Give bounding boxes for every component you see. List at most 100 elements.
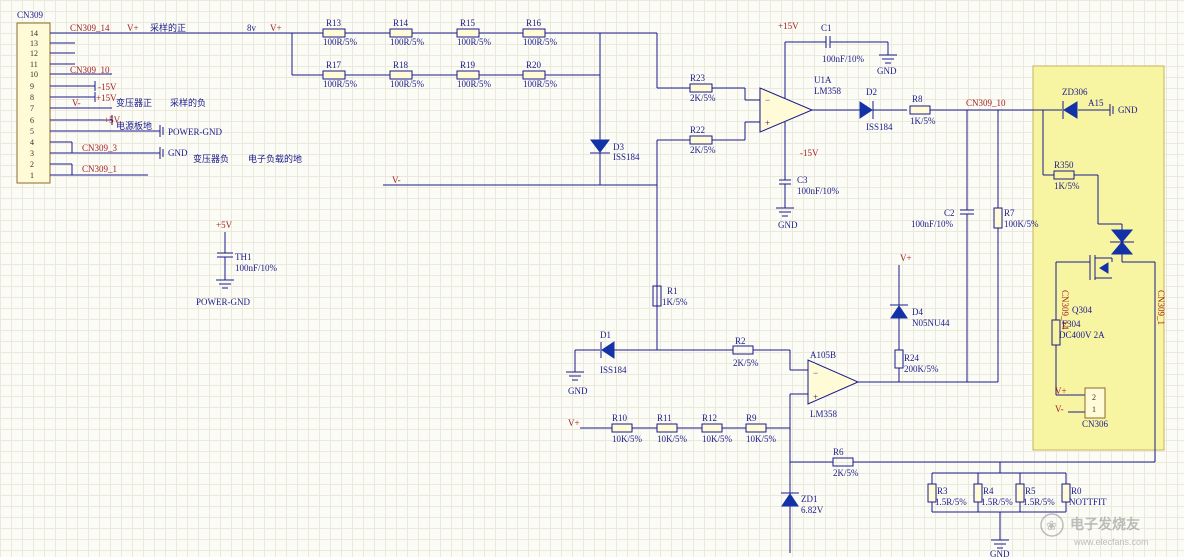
schematic-canvas: 14 13 12 11 10 9 8 7 6 5 4 3 2 1 CN309 CN309_14 V+ 采样… <box>0 0 1184 557</box>
net-vplus-cn306: V+ <box>1055 386 1067 396</box>
r6-value: 2K/5% <box>833 468 859 478</box>
resistor-ref: R17 <box>326 60 342 70</box>
resistor-value: 2K/5% <box>690 145 716 155</box>
shunt-gnd: GND <box>990 549 1010 557</box>
c1-ref: C1 <box>821 23 832 33</box>
th1-supply: +5V <box>216 220 233 230</box>
label-8v: 8v <box>247 23 257 33</box>
zd1-value: 6.82V <box>801 505 824 515</box>
th1-value: 100nF/10% <box>235 263 278 273</box>
d2-ref: D2 <box>866 87 877 97</box>
c2-value: 100nF/10% <box>911 219 954 229</box>
note-sample-positive: 采样的正 <box>150 22 186 33</box>
resistor-body <box>656 423 678 433</box>
resistor-value: 100R/5% <box>457 79 492 89</box>
net-vminus-cn306: V- <box>1055 404 1064 414</box>
svg-text:+: + <box>765 118 770 128</box>
cn309-pin-label: 1 <box>30 171 34 180</box>
zd306-ref: ZD306 <box>1062 87 1088 97</box>
a105b-ref: A105B <box>810 350 836 360</box>
resistor-value: 10K/5% <box>657 434 688 444</box>
net-plus15v-left: +15V <box>96 93 117 103</box>
svg-text:1: 1 <box>1092 405 1096 414</box>
diode-d2 <box>859 101 907 119</box>
resistor-ref: R13 <box>326 18 342 28</box>
svg-text:+: + <box>813 392 818 402</box>
r24-value: 200K/5% <box>904 364 939 374</box>
resistor-value: 10K/5% <box>612 434 643 444</box>
connector-cn309-ref: CN309 <box>17 10 44 20</box>
schematic-svg: 1413121110987654321 CN309 CN309_14 V+ 采样… <box>16 10 1166 557</box>
svg-text:−: − <box>813 368 818 378</box>
cn309-pin-label: 10 <box>30 70 38 79</box>
resistor-value: 2K/5% <box>690 93 716 103</box>
resistor-body <box>389 28 413 38</box>
shunt-resistor-ref: R3 <box>937 486 948 496</box>
u1a-ref: U1A <box>814 75 832 85</box>
shunt-resistor-value: 1.5R/5% <box>935 497 967 507</box>
c3-value: 100nF/10% <box>797 186 840 196</box>
r2-ref: R2 <box>735 336 746 346</box>
r7-ref: R7 <box>1004 208 1015 218</box>
net-minus15v-u1a: -15V <box>800 148 819 158</box>
cn309-pin-label: 11 <box>30 60 38 69</box>
c1-gnd: GND <box>877 66 897 76</box>
net-plus15v-top: +15V <box>778 21 799 31</box>
net-minus15v-left: -15V <box>98 82 117 92</box>
resistor-body <box>611 423 633 433</box>
watermark: ❀ 电子发烧友 www.elecfans.com <box>1040 513 1149 547</box>
c3-ref: C3 <box>797 175 808 185</box>
resistor-ref: R9 <box>746 413 757 423</box>
net-cn309-14: CN309_14 <box>70 23 110 33</box>
svg-text:www.elecfans.com: www.elecfans.com <box>1073 537 1149 547</box>
r8-value: 1K/5% <box>910 116 936 126</box>
r350-ref: R350 <box>1054 160 1074 170</box>
svg-text:❀: ❀ <box>1046 518 1057 533</box>
resistor-body <box>456 70 480 80</box>
cn306-ref: CN306 <box>1082 419 1109 429</box>
resistor-body <box>745 423 767 433</box>
resistor-body <box>322 70 346 80</box>
cn309-pin-label: 3 <box>30 149 34 158</box>
svg-text:−: − <box>765 95 770 105</box>
connector-cn306: 2 1 <box>1084 387 1106 419</box>
r8-ref: R8 <box>912 94 923 104</box>
resistor-body <box>689 83 713 93</box>
d1-value: ISS184 <box>600 365 627 375</box>
d3-ref: D3 <box>613 142 624 152</box>
net-vplus-d4: V+ <box>900 253 912 263</box>
zd1-ref: ZD1 <box>801 494 818 504</box>
c2-ref: C2 <box>944 208 955 218</box>
net-vminus-mid: V- <box>392 175 401 185</box>
net-cn309-1: CN309_1 <box>82 164 117 174</box>
net-vplus-bottom: V+ <box>568 418 580 428</box>
opamp-a105b: − + <box>789 359 870 553</box>
a105b-value: LM358 <box>810 409 838 419</box>
resistor-body <box>456 28 480 38</box>
resistor-ref: R18 <box>393 60 409 70</box>
resistor-value: 10K/5% <box>746 434 777 444</box>
cn309-pin-label: 12 <box>30 49 38 58</box>
net-cn309-1-vertical: CN309_1 <box>1156 290 1166 325</box>
resistor-ref: R12 <box>702 413 717 423</box>
r1-ref: R1 <box>667 286 678 296</box>
f304-value: DC400V 2A <box>1059 330 1105 340</box>
resistor-body <box>322 28 346 38</box>
cn309-pin-label: 6 <box>30 116 34 125</box>
capacitor-c2-r7 <box>870 110 1003 383</box>
resistor-body <box>701 423 723 433</box>
net-gnd-left: GND <box>168 148 188 158</box>
d3-value: ISS184 <box>613 152 640 162</box>
resistor-ref: R19 <box>460 60 476 70</box>
note-transformer-negative: 变压器负 <box>193 153 229 164</box>
d1-ref: D1 <box>600 330 611 340</box>
cn309-pin-label: 9 <box>30 82 34 91</box>
resistor-value: 100R/5% <box>457 37 492 47</box>
d1-gnd: GND <box>568 386 588 396</box>
svg-text:2: 2 <box>1092 393 1096 402</box>
net-cn309-14-vertical: CN309_14 <box>1060 290 1070 330</box>
note-sample-negative: 采样的负 <box>170 97 206 108</box>
resistor-value: 100R/5% <box>323 37 358 47</box>
connector-cn309: 141312 1110 9 8 7 6 5 4 3 2 1 <box>16 22 51 184</box>
shunt-resistor-ref: R4 <box>983 486 994 496</box>
